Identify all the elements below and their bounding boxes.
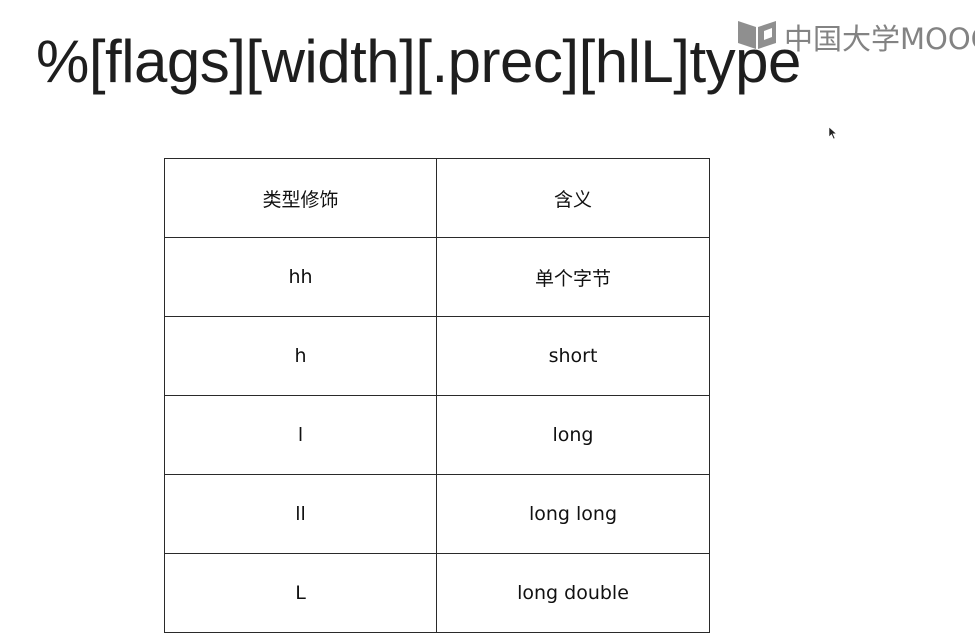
page-title: %[flags][width][.prec][hlL]type <box>36 28 801 95</box>
table-row: l long <box>164 395 710 475</box>
modifier-cell: hh <box>164 237 437 317</box>
mouse-pointer-icon <box>828 125 838 144</box>
table-row: h short <box>164 316 710 396</box>
meaning-cell: short <box>436 316 710 396</box>
meaning-cell: 单个字节 <box>436 237 710 317</box>
modifier-cell: l <box>164 395 437 475</box>
meaning-cell: long long <box>436 474 710 554</box>
table-row: ll long long <box>164 474 710 554</box>
column-header-modifier: 类型修饰 <box>164 158 437 238</box>
mooc-logo-icon <box>736 17 784 58</box>
table-row: L long double <box>164 553 710 633</box>
meaning-cell: long double <box>436 553 710 633</box>
column-header-meaning: 含义 <box>436 158 710 238</box>
type-modifier-table: 类型修饰 含义 hh 单个字节 h short l long ll long l… <box>164 158 710 633</box>
table-header-row: 类型修饰 含义 <box>164 158 710 238</box>
slide: %[flags][width][.prec][hlL]type 中国大学MOOC… <box>0 0 975 642</box>
watermark: 中国大学MOOC <box>736 16 975 58</box>
modifier-cell: ll <box>164 474 437 554</box>
modifier-cell: L <box>164 553 437 633</box>
watermark-text: 中国大学MOOC <box>784 22 975 56</box>
meaning-cell: long <box>436 395 710 475</box>
modifier-cell: h <box>164 316 437 396</box>
table-row: hh 单个字节 <box>164 237 710 317</box>
